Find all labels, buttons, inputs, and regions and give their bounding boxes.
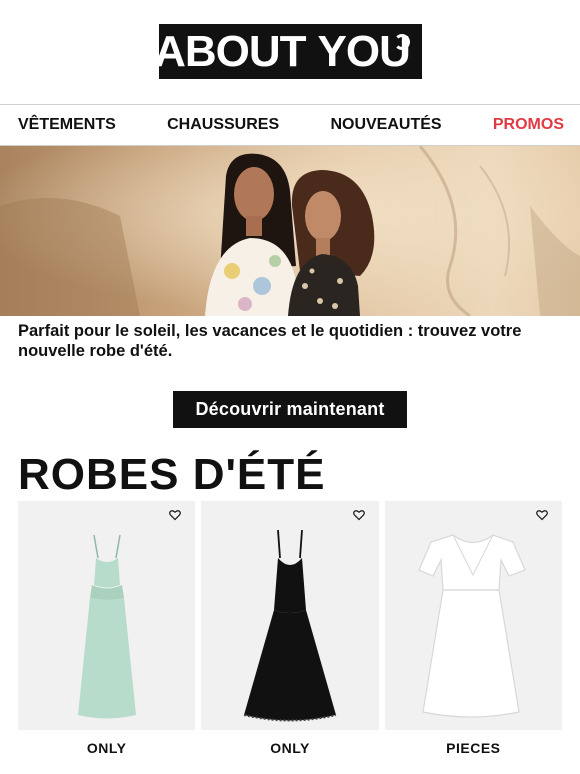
product-image[interactable] bbox=[384, 501, 562, 730]
header: ABOUT YOU bbox=[0, 0, 580, 104]
heart-icon[interactable] bbox=[352, 509, 365, 521]
section-title: ROBES D'ÉTÉ bbox=[18, 450, 326, 499]
logo-ring-icon bbox=[393, 34, 410, 50]
brand-logo[interactable]: ABOUT YOU bbox=[154, 24, 422, 79]
logo-word-you: YOU bbox=[317, 26, 411, 76]
nav-item-nouveautes[interactable]: NOUVEAUTÉS bbox=[330, 116, 441, 134]
nav-item-chaussures[interactable]: CHAUSSURES bbox=[167, 116, 279, 134]
product-brand: ONLY bbox=[86, 740, 127, 756]
product-card[interactable]: PIECES bbox=[384, 501, 562, 756]
product-image[interactable] bbox=[18, 501, 196, 730]
product-brand: ONLY bbox=[270, 740, 310, 756]
nav-item-vetements[interactable]: VÊTEMENTS bbox=[18, 116, 116, 134]
product-image[interactable] bbox=[201, 501, 379, 730]
discover-now-button[interactable]: Découvrir maintenant bbox=[173, 391, 407, 428]
logo-word-about: ABOUT bbox=[154, 26, 306, 76]
dress-image bbox=[418, 534, 527, 718]
hero-description: Parfait pour le soleil, les vacances et … bbox=[18, 322, 522, 360]
dress-image bbox=[77, 534, 136, 719]
heart-icon[interactable] bbox=[169, 509, 182, 521]
product-card[interactable]: ONLY bbox=[18, 501, 196, 756]
product-brand: PIECES bbox=[446, 740, 501, 756]
main-nav: VÊTEMENTS CHAUSSURES NOUVEAUTÉS PROMOS bbox=[0, 104, 580, 146]
hero-banner[interactable] bbox=[0, 146, 580, 316]
dress-image bbox=[243, 530, 337, 722]
hero-image bbox=[0, 146, 580, 316]
heart-icon[interactable] bbox=[536, 509, 548, 521]
product-card[interactable]: ONLY bbox=[201, 501, 379, 756]
cta-container: Découvrir maintenant bbox=[0, 391, 580, 439]
nav-item-promos[interactable]: PROMOS bbox=[493, 116, 564, 134]
product-list: ONLY ONLY PIECES bbox=[0, 501, 580, 756]
